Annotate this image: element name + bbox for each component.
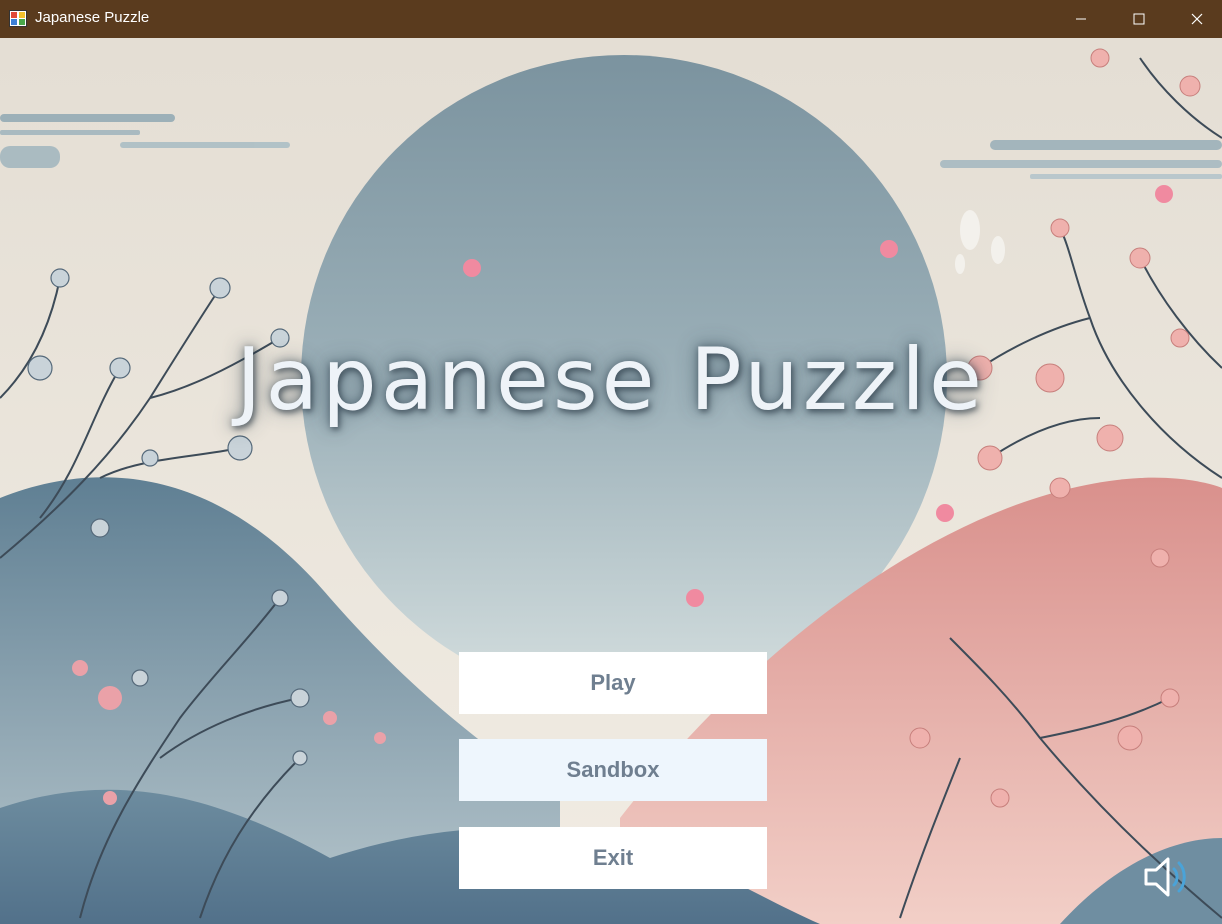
title-bar: Japanese Puzzle [0,0,1222,38]
window-title: Japanese Puzzle [35,9,150,26]
minimize-icon [1075,10,1087,29]
minimize-button[interactable] [1052,0,1110,38]
game-title: Japanese Puzzle [236,330,986,430]
main-menu-scene: Japanese Puzzle Play Sandbox Exit [0,38,1222,924]
maximize-icon [1133,10,1145,29]
close-icon [1191,10,1203,29]
close-button[interactable] [1168,0,1222,38]
maximize-button[interactable] [1110,0,1168,38]
app-window: Japanese Puzzle Japanese Puzzle Play San… [0,0,1222,924]
play-button[interactable]: Play [459,652,767,714]
speaker-volume-icon [1140,857,1192,905]
exit-button[interactable]: Exit [459,827,767,889]
sandbox-button[interactable]: Sandbox [459,739,767,801]
sound-toggle-button[interactable] [1140,853,1192,901]
app-window-icon [9,10,27,27]
